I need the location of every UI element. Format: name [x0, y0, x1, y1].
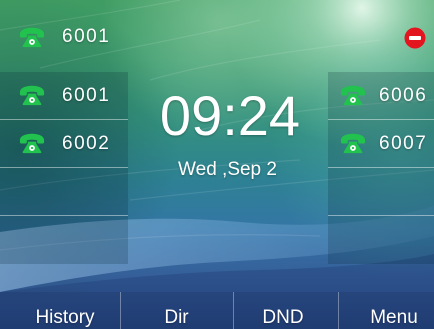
line-key-label: 6001 [62, 84, 111, 106]
softkey-bar: History Dir DND Menu [0, 292, 434, 329]
softkey-dnd[interactable]: DND [233, 292, 338, 329]
softkey-divider [120, 292, 121, 329]
status-bar: 6001 [0, 0, 434, 72]
line-key-label: 6007 [379, 132, 428, 154]
line-key-2[interactable]: 6002 [0, 120, 128, 168]
line-key-3[interactable] [0, 168, 128, 216]
dnd-icon [404, 27, 426, 49]
phone-icon [19, 85, 45, 106]
clock-date: Wed ,Sep 2 [178, 159, 277, 180]
softkey-divider [338, 292, 339, 329]
account-indicator: 6001 [19, 26, 110, 48]
softkey-divider [233, 292, 234, 329]
clock: 09:24 Wed ,Sep 2 [132, 84, 328, 182]
line-key-1[interactable]: 6001 [0, 72, 128, 120]
phone-icon [340, 133, 366, 154]
softkey-dir[interactable]: Dir [120, 292, 233, 329]
softkey-history[interactable]: History [0, 292, 120, 329]
line-keys-right: 6006 6007 [328, 72, 434, 264]
line-key-label: 6002 [62, 132, 111, 154]
line-key-7[interactable] [328, 168, 434, 216]
phone-icon [19, 27, 45, 48]
account-label: 6001 [62, 26, 111, 47]
clock-time: 09:24 [159, 84, 301, 147]
phone-icon [19, 133, 45, 154]
line-keys-left: 6001 6002 [0, 72, 128, 264]
line-key-label: 6006 [379, 84, 428, 106]
line-key-4[interactable] [0, 216, 128, 264]
line-key-5[interactable]: 6006 [328, 72, 434, 120]
line-key-8[interactable] [328, 216, 434, 264]
phone-icon [340, 85, 366, 106]
line-key-6[interactable]: 6007 [328, 120, 434, 168]
softkey-menu[interactable]: Menu [338, 292, 434, 329]
phone-screen: 6001 6001 6002 09:24 Wed ,Sep 2 6006 600… [0, 0, 434, 329]
